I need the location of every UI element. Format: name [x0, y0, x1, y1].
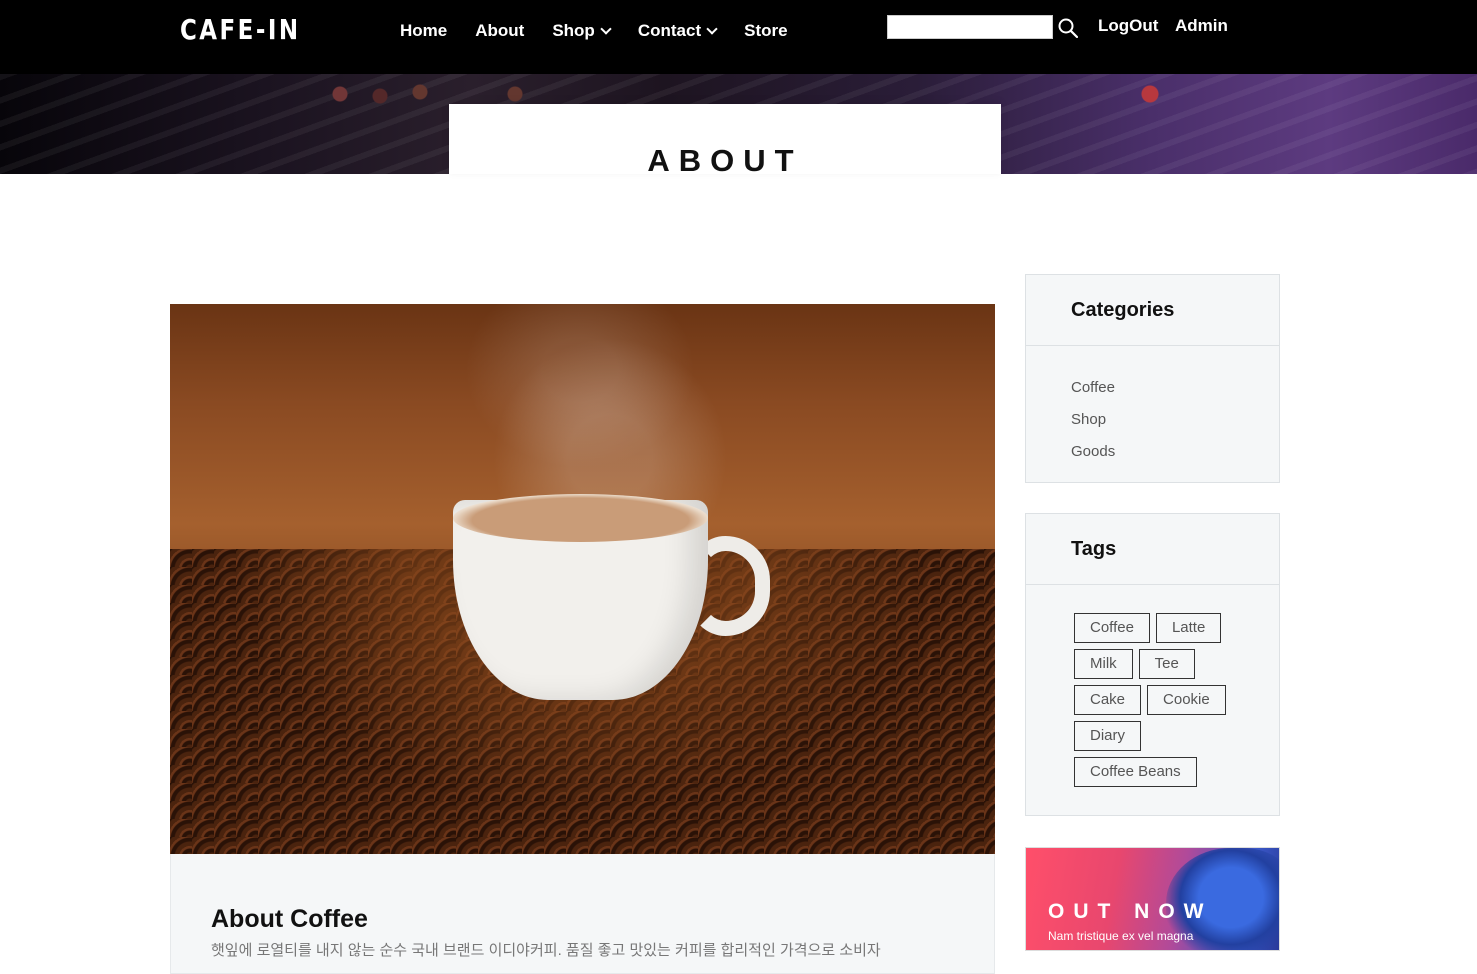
category-item-coffee[interactable]: Coffee	[1071, 372, 1279, 404]
admin-link[interactable]: Admin	[1175, 16, 1228, 36]
nav-about[interactable]: About	[475, 20, 524, 42]
search-icon[interactable]	[1058, 18, 1078, 38]
top-navbar: CAFE-IN Home About Shop Contact Store Lo…	[0, 0, 1477, 74]
article-title[interactable]: About Coffee	[211, 905, 368, 934]
tag-diary[interactable]: Diary	[1074, 721, 1142, 751]
nav-shop-label: Shop	[552, 21, 595, 40]
article-excerpt: 햇잎에 로열티를 내지 않는 순수 국내 브랜드 이디야커피. 품질 좋고 맛있…	[211, 942, 881, 959]
main-nav: Home About Shop Contact Store	[400, 20, 816, 42]
category-item-shop[interactable]: Shop	[1071, 404, 1279, 436]
tag-cookie[interactable]: Cookie	[1147, 685, 1226, 715]
page-title: ABOUT	[647, 143, 803, 178]
tag-milk[interactable]: Milk	[1074, 649, 1133, 679]
search-input[interactable]	[887, 15, 1053, 39]
tag-coffee[interactable]: Coffee	[1074, 613, 1150, 643]
nav-contact[interactable]: Contact	[637, 20, 718, 42]
promo-title: OUT NOW	[1048, 900, 1213, 923]
coffee-surface-decoration	[453, 494, 708, 542]
nav-store-label: Store	[744, 21, 788, 40]
nav-store[interactable]: Store	[744, 20, 787, 42]
tags-list: Coffee Latte Milk Tee Cake Cookie Diary …	[1026, 585, 1226, 787]
nav-about-label: About	[475, 21, 525, 40]
steam-decoration	[460, 304, 760, 524]
promo-subtitle: Nam tristique ex vel magna	[1048, 929, 1194, 943]
tag-cake[interactable]: Cake	[1074, 685, 1142, 715]
categories-list: Coffee Shop Goods	[1026, 346, 1279, 468]
categories-widget: Categories Coffee Shop Goods	[1025, 274, 1280, 483]
categories-title: Categories	[1026, 275, 1279, 346]
tags-widget: Tags Coffee Latte Milk Tee Cake Cookie D…	[1025, 513, 1280, 816]
nav-shop[interactable]: Shop	[552, 20, 612, 42]
chevron-down-icon	[706, 23, 718, 35]
site-logo[interactable]: CAFE-IN	[180, 14, 301, 46]
tags-title: Tags	[1026, 514, 1279, 585]
nav-home-label: Home	[400, 21, 448, 40]
chevron-down-icon	[600, 23, 612, 35]
tag-latte[interactable]: Latte	[1155, 613, 1222, 643]
tag-tee[interactable]: Tee	[1138, 649, 1195, 679]
tag-coffee-beans[interactable]: Coffee Beans	[1074, 757, 1197, 787]
nav-contact-label: Contact	[637, 21, 702, 40]
category-item-goods[interactable]: Goods	[1071, 436, 1279, 468]
logout-link[interactable]: LogOut	[1098, 16, 1158, 36]
nav-home[interactable]: Home	[400, 20, 447, 42]
article-image	[170, 304, 995, 854]
